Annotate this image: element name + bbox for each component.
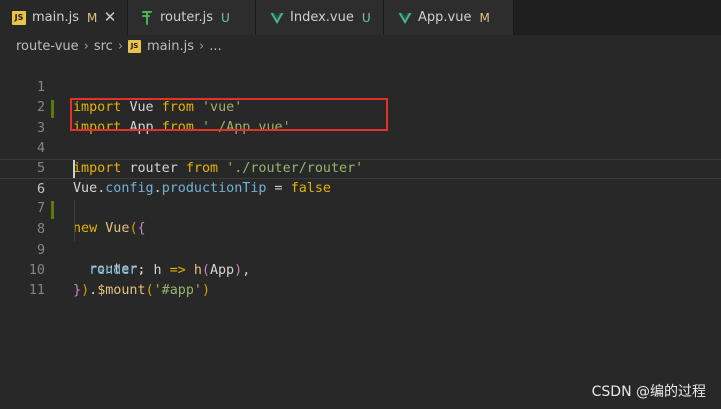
git-modified-marker[interactable] (51, 100, 54, 118)
tab-git-status: U (221, 10, 230, 25)
tab-index-vue[interactable]: Index.vue U (256, 0, 384, 35)
breadcrumb-file-main-js[interactable]: main.js (147, 39, 194, 54)
router-file-icon (140, 10, 154, 25)
code-line-8[interactable]: 8 router, (0, 200, 721, 277)
code-line-6[interactable]: 6 (0, 159, 721, 197)
close-icon[interactable]: ✕ (102, 9, 118, 25)
breadcrumb: route-vue › src › JS main.js › ... (0, 35, 721, 57)
breadcrumb-folder-src[interactable]: src (94, 39, 113, 54)
annotation-highlight-box (70, 98, 388, 131)
tab-label: main.js (32, 10, 79, 25)
watermark: CSDN @编的过程 (591, 384, 706, 400)
indent-guide (74, 200, 75, 241)
code-text: }).$mount('#app') (73, 283, 211, 298)
breadcrumb-symbols[interactable]: ... (209, 39, 221, 54)
tab-label: Index.vue (290, 10, 354, 25)
code-line-2[interactable]: 2 import App from './App.vue' (0, 78, 721, 135)
chevron-right-icon: › (199, 38, 205, 54)
editor-tab-bar: JS main.js M ✕ router.js U Index.vue U A… (0, 0, 721, 35)
code-line-1[interactable]: 1 import Vue from 'vue' (0, 58, 721, 115)
code-line-5[interactable]: 5 Vue.config.productionTip = false (0, 139, 721, 196)
breadcrumb-folder-route-vue[interactable]: route-vue (16, 39, 79, 54)
tab-label: App.vue (418, 10, 472, 25)
line-number: 11 (28, 283, 45, 298)
tab-app-vue[interactable]: App.vue M (384, 0, 514, 35)
tab-git-status: U (361, 10, 371, 25)
vue-file-icon (270, 11, 284, 25)
tab-git-status: M (87, 10, 98, 25)
js-file-icon: JS (128, 39, 142, 53)
js-file-icon: JS (12, 10, 26, 25)
code-line-7[interactable]: 7 new Vue({ (0, 179, 721, 236)
tab-git-status: M (479, 10, 490, 25)
tab-bar-empty-space (514, 0, 721, 35)
code-line-9[interactable]: 9 render: h => h(App), (0, 221, 721, 278)
code-line-10[interactable]: 10 }).$mount('#app') (0, 241, 721, 298)
vue-file-icon (398, 11, 412, 25)
text-cursor (73, 160, 75, 178)
code-line-11[interactable]: 11 (0, 261, 721, 298)
chevron-right-icon: › (83, 38, 89, 54)
tab-main-js[interactable]: JS main.js M ✕ (0, 0, 128, 35)
tab-router-js[interactable]: router.js U (128, 0, 256, 35)
tab-label: router.js (160, 10, 214, 25)
chevron-right-icon: › (117, 38, 124, 54)
git-modified-marker[interactable] (51, 201, 54, 219)
